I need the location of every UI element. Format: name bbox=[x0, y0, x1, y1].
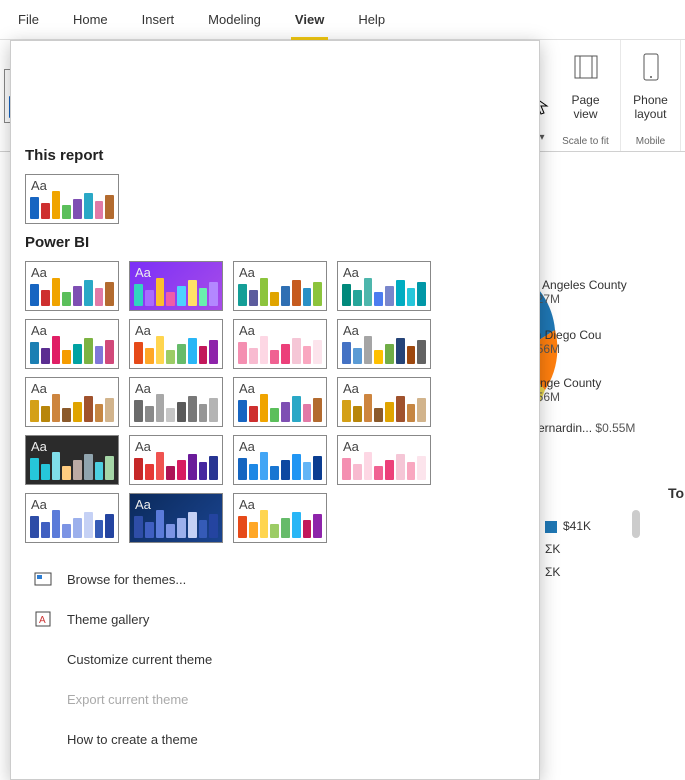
legend-swatch bbox=[545, 521, 557, 533]
customize-theme[interactable]: Customize current theme bbox=[21, 639, 529, 679]
menu-view[interactable]: View bbox=[291, 6, 328, 40]
theme-thumb[interactable]: Aa bbox=[25, 319, 119, 369]
theme-thumb[interactable]: Aa bbox=[233, 377, 327, 427]
theme-thumb[interactable]: Aa bbox=[233, 319, 327, 369]
phone-icon bbox=[641, 52, 661, 82]
menubar: File Home Insert Modeling View Help bbox=[0, 0, 685, 40]
totals-label: To bbox=[668, 485, 684, 501]
menu-insert[interactable]: Insert bbox=[138, 6, 179, 37]
theme-thumb[interactable]: Aa bbox=[25, 174, 119, 224]
page-view-button[interactable]: Page view Scale to fit bbox=[551, 40, 621, 151]
theme-thumb-label: Aa bbox=[31, 497, 47, 512]
theme-thumb[interactable]: Aa bbox=[233, 493, 327, 543]
theme-thumb-label: Aa bbox=[239, 323, 255, 338]
theme-thumb[interactable]: Aa bbox=[233, 435, 327, 485]
theme-thumb[interactable]: Aa bbox=[129, 493, 223, 543]
theme-thumb-label: Aa bbox=[31, 265, 47, 280]
theme-thumb[interactable]: Aa bbox=[129, 377, 223, 427]
export-label: Export current theme bbox=[67, 692, 188, 707]
gallery-icon: A bbox=[33, 609, 53, 629]
legend-val-2: ΣK bbox=[545, 542, 560, 556]
legend-val-3: ΣK bbox=[545, 565, 560, 579]
theme-thumb[interactable]: Aa bbox=[25, 435, 119, 485]
theme-gallery[interactable]: A Theme gallery bbox=[21, 599, 529, 639]
page-view-icon bbox=[572, 52, 600, 82]
gallery-label: Theme gallery bbox=[67, 612, 149, 627]
theme-thumb-label: Aa bbox=[135, 439, 151, 454]
phone-layout-label: Phone layout bbox=[633, 93, 668, 122]
legend-val-1: $41K bbox=[563, 519, 591, 533]
theme-thumb-label: Aa bbox=[239, 381, 255, 396]
theme-thumb-label: Aa bbox=[343, 323, 359, 338]
theme-thumb-label: Aa bbox=[135, 265, 151, 280]
blank-icon bbox=[33, 649, 53, 669]
section-powerbi: Power BI bbox=[21, 226, 529, 259]
theme-thumb-label: Aa bbox=[239, 265, 255, 280]
browse-themes[interactable]: Browse for themes... bbox=[21, 559, 529, 599]
phone-layout-button[interactable]: Phone layout Mobile bbox=[621, 40, 681, 151]
theme-thumb[interactable]: Aa bbox=[129, 261, 223, 311]
theme-thumb[interactable]: Aa bbox=[25, 377, 119, 427]
legend-sb-val: $0.55M bbox=[595, 421, 635, 435]
page-view-label: Page view bbox=[571, 93, 599, 122]
theme-thumb[interactable]: Aa bbox=[337, 435, 431, 485]
theme-thumb-label: Aa bbox=[135, 381, 151, 396]
theme-thumb-label: Aa bbox=[31, 381, 47, 396]
scrollbar-thumb[interactable] bbox=[632, 510, 640, 538]
themes-dropdown-panel: This report Aa Power BI Aa Aa Aa Aa Aa Aa Aa Aa… bbox=[10, 40, 540, 780]
theme-thumb[interactable]: Aa bbox=[129, 435, 223, 485]
theme-thumb[interactable]: Aa bbox=[129, 319, 223, 369]
howto-label: How to create a theme bbox=[67, 732, 198, 747]
theme-thumb-label: Aa bbox=[239, 497, 255, 512]
theme-thumb[interactable]: Aa bbox=[25, 261, 119, 311]
small-legend: $41K ΣK ΣK bbox=[545, 515, 591, 583]
theme-thumb-label: Aa bbox=[31, 323, 47, 338]
export-theme: Export current theme bbox=[21, 679, 529, 719]
theme-thumb-label: Aa bbox=[135, 323, 151, 338]
theme-thumb[interactable]: Aa bbox=[337, 319, 431, 369]
theme-thumb-label: Aa bbox=[343, 439, 359, 454]
blank-icon bbox=[33, 729, 53, 749]
theme-thumb-label: Aa bbox=[31, 178, 47, 193]
theme-thumb-label: Aa bbox=[31, 439, 47, 454]
menu-modeling[interactable]: Modeling bbox=[204, 6, 265, 37]
mobile-foot: Mobile bbox=[636, 136, 665, 147]
theme-thumb-label: Aa bbox=[239, 439, 255, 454]
theme-thumb[interactable]: Aa bbox=[337, 377, 431, 427]
how-to-theme[interactable]: How to create a theme bbox=[21, 719, 529, 759]
customize-label: Customize current theme bbox=[67, 652, 212, 667]
theme-thumb-label: Aa bbox=[343, 381, 359, 396]
theme-thumb-label: Aa bbox=[135, 497, 151, 512]
chevron-down-icon: ▾ bbox=[539, 132, 544, 143]
theme-thumb-label: Aa bbox=[343, 265, 359, 280]
menu-file[interactable]: File bbox=[14, 6, 43, 37]
menu-help[interactable]: Help bbox=[354, 6, 389, 37]
section-this-report: This report bbox=[21, 139, 529, 172]
theme-thumb[interactable]: Aa bbox=[25, 493, 119, 543]
theme-thumb[interactable]: Aa bbox=[337, 261, 431, 311]
menu-home[interactable]: Home bbox=[69, 6, 112, 37]
blank-icon bbox=[33, 689, 53, 709]
browse-label: Browse for themes... bbox=[67, 572, 186, 587]
scale-foot: Scale to fit bbox=[562, 136, 609, 147]
svg-text:A: A bbox=[39, 615, 46, 626]
browse-icon bbox=[33, 569, 53, 589]
theme-thumb[interactable]: Aa bbox=[233, 261, 327, 311]
theme-menu-list: Browse for themes... A Theme gallery Cus… bbox=[21, 559, 529, 759]
